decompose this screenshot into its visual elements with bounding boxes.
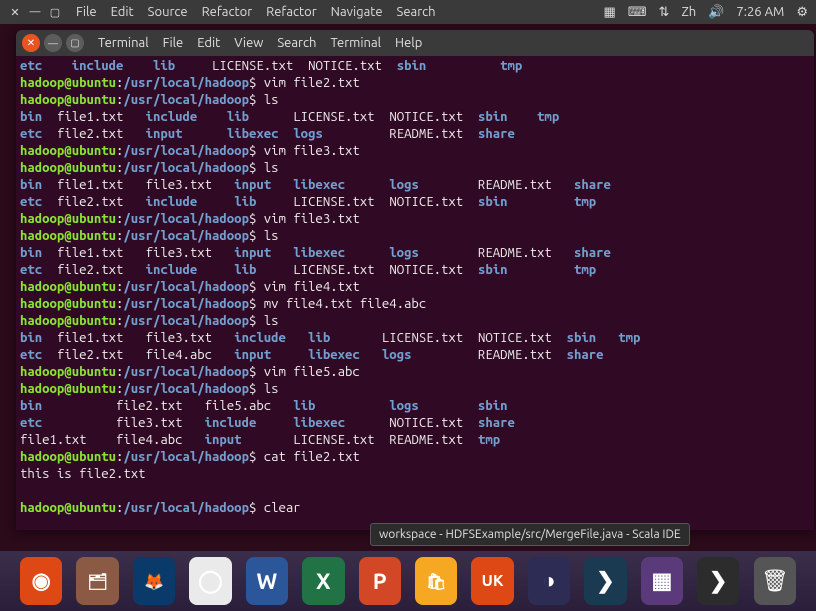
dock-software[interactable]: 🛍 [415,557,457,605]
clock[interactable]: 7:26 AM [736,5,784,19]
dock-apps[interactable]: ▦ [641,557,683,605]
menu-edit[interactable]: Edit [111,5,134,19]
close-button[interactable]: ✕ [22,34,40,52]
menu-refactor2[interactable]: Refactor [266,5,317,19]
dock-ubuntu-kylin[interactable]: UK [471,557,513,605]
dock-word[interactable]: W [246,557,288,605]
minimize-button[interactable]: — [44,34,62,52]
menu-source[interactable]: Source [148,5,188,19]
menu-search[interactable]: Search [397,5,436,19]
dock-scala-ide[interactable]: ❯ [697,557,739,605]
keyboard-icon[interactable]: ⌨ [628,5,647,20]
dock-firefox[interactable]: 🦊 [133,557,175,605]
term-menu-help[interactable]: Help [395,36,422,50]
desktop-menubar: ✕ — ▢ File Edit Source Refactor Refactor… [0,0,816,24]
menu-navigate[interactable]: Navigate [331,5,383,19]
volume-icon[interactable]: 🔊 [708,5,724,20]
term-menu-search[interactable]: Search [277,36,316,50]
term-menu-terminal2[interactable]: Terminal [330,36,381,50]
maximize-icon[interactable]: ▢ [48,5,62,19]
dock-ide-arrow[interactable]: ❯ [584,557,626,605]
term-menu-terminal[interactable]: Terminal [98,36,149,50]
network-icon[interactable]: ⇅ [659,5,670,20]
dock-excel[interactable]: X [302,557,344,605]
dock-eclipse[interactable]: ◑ [528,557,570,605]
terminal-body[interactable]: etc include lib LICENSE.txt NOTICE.txt s… [16,56,814,530]
maximize-button[interactable]: ▢ [66,34,84,52]
dock-files[interactable]: 🗂 [76,557,118,605]
dock: ◉ 🗂 🦊 ◯ WXP 🛍 UK ◑ ❯ ▦ ❯ 🗑 [0,551,816,611]
terminal-titlebar[interactable]: ✕ — ▢ Terminal File Edit View Search Ter… [16,30,814,56]
dock-tooltip: workspace - HDFSExample/src/MergeFile.ja… [370,523,690,546]
term-menu-edit[interactable]: Edit [197,36,220,50]
dock-trash[interactable]: 🗑 [754,557,796,605]
gear-icon[interactable]: ⚙ [796,5,808,20]
terminal-window: ✕ — ▢ Terminal File Edit View Search Ter… [16,30,814,530]
menu-file[interactable]: File [76,5,97,19]
dock-powerpoint[interactable]: P [359,557,401,605]
menu-refactor[interactable]: Refactor [202,5,253,19]
indicator-icon[interactable]: ▦ [603,5,615,20]
input-method[interactable]: Zh [681,5,696,19]
dock-launcher[interactable]: ◉ [20,557,62,605]
window-controls-ide: ✕ — ▢ [8,5,62,19]
term-menu-view[interactable]: View [234,36,263,50]
minimize-icon[interactable]: — [28,5,42,19]
term-menu-file[interactable]: File [163,36,184,50]
dock-chromium[interactable]: ◯ [189,557,231,605]
close-icon[interactable]: ✕ [8,5,22,19]
